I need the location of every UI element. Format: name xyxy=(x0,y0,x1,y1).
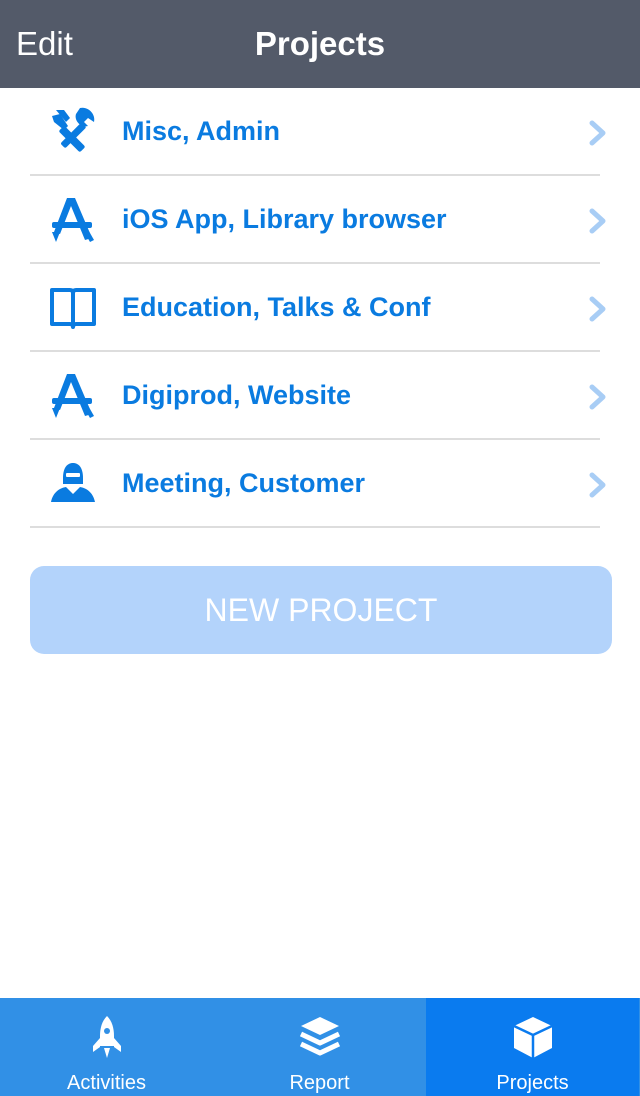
tab-projects[interactable]: Projects xyxy=(426,998,639,1096)
chevron-right-icon xyxy=(589,296,606,322)
navigation-bar: Edit Projects xyxy=(0,0,640,88)
edit-button[interactable]: Edit xyxy=(16,24,73,64)
new-project-button[interactable]: NEW PROJECT xyxy=(30,566,612,654)
project-label: Misc, Admin xyxy=(122,116,281,146)
project-row-digiprod[interactable]: Digiprod, Website xyxy=(0,352,640,440)
tab-label: Report xyxy=(289,1072,350,1094)
project-label: Digiprod, Website xyxy=(122,380,352,410)
page-title: Projects xyxy=(254,25,386,62)
book-icon xyxy=(50,288,96,329)
box-icon xyxy=(513,1017,553,1058)
project-list: Misc, Admin iOS App, Library browser Edu… xyxy=(0,88,640,528)
project-row-misc-admin[interactable]: Misc, Admin xyxy=(0,88,640,176)
tab-bar: Activities Report Projects xyxy=(0,998,640,1096)
chevron-right-icon xyxy=(589,384,606,410)
tab-activities[interactable]: Activities xyxy=(0,998,213,1096)
project-row-ios-app[interactable]: iOS App, Library browser xyxy=(0,176,640,264)
project-row-meeting[interactable]: Meeting, Customer xyxy=(0,440,640,528)
rocket-icon xyxy=(93,1016,121,1058)
app-store-icon xyxy=(52,198,94,242)
app-store-icon xyxy=(52,374,94,418)
chevron-right-icon xyxy=(589,472,606,498)
tab-label: Projects xyxy=(496,1072,569,1094)
project-label: Education, Talks & Conf xyxy=(122,292,431,322)
chevron-right-icon xyxy=(589,208,606,234)
project-label: iOS App, Library browser xyxy=(122,204,447,234)
tab-report[interactable]: Report xyxy=(213,998,426,1096)
project-label: Meeting, Customer xyxy=(122,468,366,498)
tools-icon xyxy=(52,107,95,152)
chevron-right-icon xyxy=(589,120,606,146)
row-divider xyxy=(30,526,600,528)
person-icon xyxy=(51,463,95,502)
project-row-education[interactable]: Education, Talks & Conf xyxy=(0,264,640,352)
tab-label: Activities xyxy=(67,1072,146,1094)
layers-icon xyxy=(299,1017,341,1056)
